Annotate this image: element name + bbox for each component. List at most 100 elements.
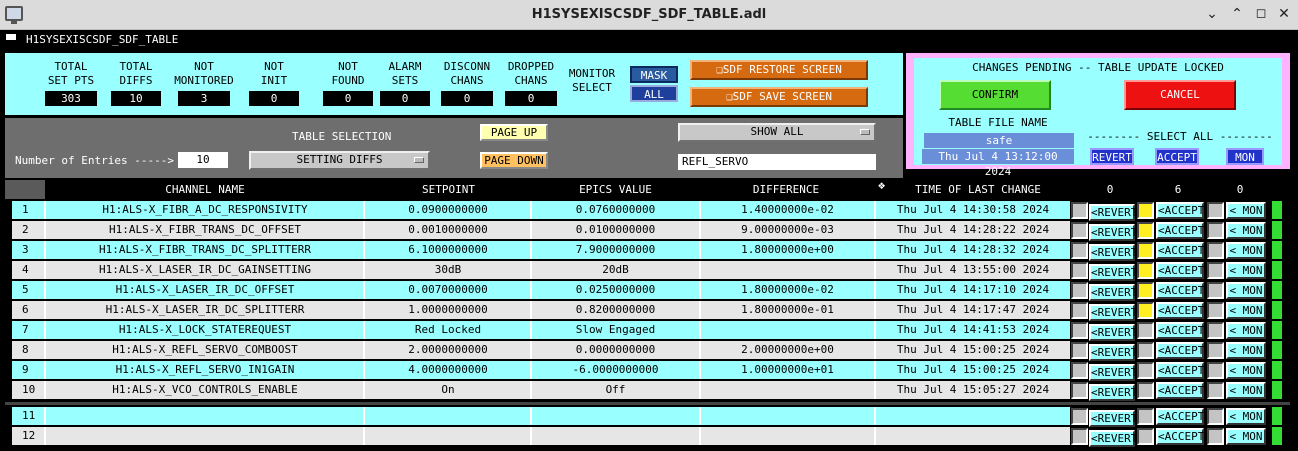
mon-checkbox[interactable]	[1207, 428, 1224, 445]
stat-label-line: CHANS	[450, 74, 484, 87]
sdf-restore-button[interactable]: ❏SDF RESTORE SCREEN	[690, 60, 868, 80]
mon-checkbox[interactable]	[1207, 408, 1224, 425]
mon-button[interactable]: < MON	[1226, 428, 1266, 445]
revert-checkbox[interactable]	[1071, 222, 1088, 239]
app-label: H1SYSEXISCSDF_SDF_TABLE	[26, 33, 179, 46]
all-button[interactable]: ALL	[630, 85, 678, 102]
accept-button[interactable]: <ACCEPT	[1156, 322, 1204, 339]
accept-button[interactable]: <ACCEPT	[1156, 342, 1204, 359]
revert-checkbox[interactable]	[1071, 382, 1088, 399]
accept-checkbox[interactable]	[1137, 428, 1154, 445]
revert-button[interactable]: <REVERT	[1089, 244, 1137, 261]
revert-button[interactable]: <REVERT	[1089, 410, 1137, 427]
close-icon[interactable]: ✕	[1275, 5, 1293, 23]
mon-button[interactable]: < MON	[1226, 222, 1266, 239]
channel-filter-input[interactable]: REFL_SERVO	[678, 154, 876, 170]
revert-button[interactable]: <REVERT	[1089, 430, 1137, 447]
accept-checkbox[interactable]	[1137, 222, 1154, 239]
mon-checkbox[interactable]	[1207, 322, 1224, 339]
mon-checkbox[interactable]	[1207, 302, 1224, 319]
accept-button[interactable]: <ACCEPT	[1156, 262, 1204, 279]
mon-all-button[interactable]: MON	[1226, 148, 1264, 165]
accept-checkbox[interactable]	[1137, 342, 1154, 359]
mon-checkbox[interactable]	[1207, 362, 1224, 379]
revert-button[interactable]: <REVERT	[1089, 304, 1137, 321]
accept-checkbox[interactable]	[1137, 322, 1154, 339]
table-selection-dropdown[interactable]: SETTING DIFFS	[249, 151, 430, 170]
stat-label-line: INIT	[260, 74, 288, 87]
mon-button[interactable]: < MON	[1226, 342, 1266, 359]
mon-button[interactable]: < MON	[1226, 408, 1266, 425]
revert-checkbox[interactable]	[1071, 302, 1088, 319]
accept-button[interactable]: <ACCEPT	[1156, 202, 1204, 219]
revert-button[interactable]: <REVERT	[1089, 204, 1137, 221]
accept-button[interactable]: <ACCEPT	[1156, 302, 1204, 319]
revert-checkbox[interactable]	[1071, 242, 1088, 259]
mon-checkbox[interactable]	[1207, 282, 1224, 299]
mon-checkbox[interactable]	[1207, 382, 1224, 399]
revert-checkbox[interactable]	[1071, 428, 1088, 445]
mon-checkbox[interactable]	[1207, 202, 1224, 219]
revert-checkbox[interactable]	[1071, 262, 1088, 279]
accept-button[interactable]: <ACCEPT	[1156, 362, 1204, 379]
revert-checkbox[interactable]	[1071, 322, 1088, 339]
revert-button[interactable]: <REVERT	[1089, 324, 1137, 341]
entries-input[interactable]: 10	[178, 152, 228, 168]
page-down-button[interactable]: PAGE DOWN	[480, 152, 548, 169]
accept-checkbox[interactable]	[1137, 262, 1154, 279]
accept-checkbox[interactable]	[1137, 362, 1154, 379]
revert-checkbox[interactable]	[1071, 282, 1088, 299]
mask-button[interactable]: MASK	[630, 66, 678, 83]
accept-checkbox[interactable]	[1137, 408, 1154, 425]
revert-all-button[interactable]: REVERT	[1090, 148, 1134, 165]
cancel-button[interactable]: CANCEL	[1124, 80, 1236, 110]
cell-time: Thu Jul 4 14:41:53 2024	[896, 323, 1050, 336]
accept-button[interactable]: <ACCEPT	[1156, 408, 1204, 425]
revert-button[interactable]: <REVERT	[1089, 364, 1137, 381]
mon-button[interactable]: < MON	[1226, 242, 1266, 259]
revert-button[interactable]: <REVERT	[1089, 344, 1137, 361]
mon-checkbox[interactable]	[1207, 262, 1224, 279]
accept-checkbox[interactable]	[1137, 242, 1154, 259]
accept-button[interactable]: <ACCEPT	[1156, 222, 1204, 239]
mon-button[interactable]: < MON	[1226, 282, 1266, 299]
minimize-icon[interactable]: ⌄	[1203, 5, 1221, 23]
page-up-button[interactable]: PAGE UP	[480, 124, 548, 141]
restore-icon[interactable]: ◻	[1252, 5, 1270, 23]
maximize-icon[interactable]: ⌃	[1228, 5, 1246, 23]
mon-checkbox[interactable]	[1207, 242, 1224, 259]
accept-button[interactable]: <ACCEPT	[1156, 428, 1204, 445]
row-number: 8	[12, 341, 43, 359]
revert-checkbox[interactable]	[1071, 202, 1088, 219]
accept-checkbox[interactable]	[1137, 282, 1154, 299]
mon-checkbox[interactable]	[1207, 342, 1224, 359]
revert-checkbox[interactable]	[1071, 408, 1088, 425]
show-all-dropdown[interactable]: SHOW ALL	[678, 123, 876, 142]
revert-button[interactable]: <REVERT	[1089, 264, 1137, 281]
mon-checkbox[interactable]	[1207, 222, 1224, 239]
revert-button[interactable]: <REVERT	[1089, 384, 1137, 401]
confirm-button[interactable]: CONFIRM	[939, 80, 1051, 110]
mon-button[interactable]: < MON	[1226, 362, 1266, 379]
revert-button[interactable]: <REVERT	[1089, 284, 1137, 301]
accept-checkbox[interactable]	[1137, 382, 1154, 399]
mon-button[interactable]: < MON	[1226, 302, 1266, 319]
mon-button[interactable]: < MON	[1226, 322, 1266, 339]
cell-channel	[46, 427, 364, 445]
mon-button[interactable]: < MON	[1226, 202, 1266, 219]
cell-diff	[701, 407, 874, 425]
accept-button[interactable]: <ACCEPT	[1156, 242, 1204, 259]
revert-checkbox[interactable]	[1071, 362, 1088, 379]
mon-button[interactable]: < MON	[1226, 262, 1266, 279]
accept-checkbox[interactable]	[1137, 302, 1154, 319]
accept-all-button[interactable]: ACCEPT	[1155, 148, 1199, 165]
accept-button[interactable]: <ACCEPT	[1156, 282, 1204, 299]
revert-checkbox[interactable]	[1071, 342, 1088, 359]
sdf-save-button[interactable]: ❏SDF SAVE SCREEN	[690, 87, 868, 107]
cell-setpoint: 0.0900000000	[408, 203, 488, 216]
row-number: 10	[12, 381, 43, 399]
mon-button[interactable]: < MON	[1226, 382, 1266, 399]
accept-button[interactable]: <ACCEPT	[1156, 382, 1204, 399]
revert-button[interactable]: <REVERT	[1089, 224, 1137, 241]
accept-checkbox[interactable]	[1137, 202, 1154, 219]
